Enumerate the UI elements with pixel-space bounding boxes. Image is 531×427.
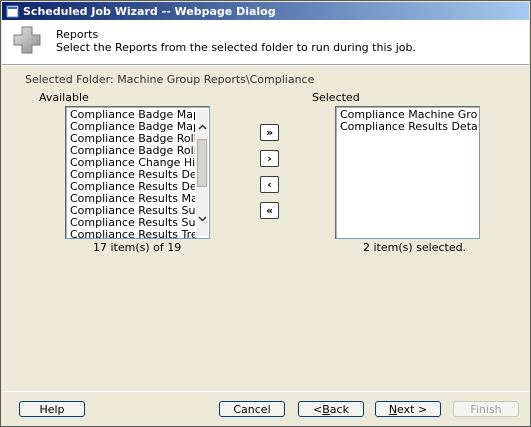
selected-label: Selected bbox=[312, 91, 360, 104]
window-title: Scheduled Job Wizard -- Webpage Dialog bbox=[23, 4, 276, 18]
wizard-dialog: Scheduled Job Wizard -- Webpage Dialog R… bbox=[0, 0, 531, 427]
header-divider bbox=[2, 65, 529, 66]
selected-folder: Selected Folder: Machine Group Reports\C… bbox=[25, 73, 314, 86]
list-item[interactable]: Compliance Results Detail by bbox=[338, 121, 477, 133]
remove-button[interactable]: ‹ bbox=[260, 176, 279, 193]
remove-all-button[interactable]: « bbox=[260, 202, 279, 219]
next-accel: N bbox=[388, 402, 398, 416]
next-button[interactable]: Next > bbox=[375, 401, 441, 417]
list-item[interactable]: Compliance Results Summary bbox=[68, 205, 195, 217]
wizard-header: Reports Select the Reports from the sele… bbox=[2, 20, 529, 65]
scroll-up-icon[interactable] bbox=[196, 121, 208, 133]
add-all-button[interactable]: » bbox=[260, 124, 279, 141]
list-item[interactable]: Compliance Machine Group Summary bbox=[338, 109, 477, 121]
page-title: Reports bbox=[56, 28, 99, 41]
back-accel: B bbox=[322, 402, 330, 416]
selected-folder-path: Machine Group Reports\Compliance bbox=[117, 73, 315, 86]
selected-listbox[interactable]: Compliance Machine Group Summary Complia… bbox=[335, 106, 480, 239]
footer-divider bbox=[2, 391, 529, 392]
available-label: Available bbox=[39, 91, 89, 104]
list-item[interactable]: Compliance Results Machine bbox=[68, 193, 195, 205]
finish-button[interactable]: Finish bbox=[453, 401, 519, 417]
list-item[interactable]: Compliance Results Summary bbox=[68, 217, 195, 229]
wizard-footer: Help Cancel < Back Next > Finish bbox=[2, 393, 529, 426]
title-bar: Scheduled Job Wizard -- Webpage Dialog bbox=[2, 2, 529, 20]
list-item[interactable]: Compliance Badge Mapping bbox=[68, 121, 195, 133]
add-button[interactable]: › bbox=[260, 150, 279, 167]
selected-folder-label: Selected Folder: bbox=[25, 73, 114, 86]
list-item[interactable]: Compliance Change History bbox=[68, 157, 195, 169]
list-item[interactable]: Compliance Badge Rollup bbox=[68, 145, 195, 157]
list-item[interactable]: Compliance Badge Mapping bbox=[68, 109, 195, 121]
scroll-thumb[interactable] bbox=[197, 139, 207, 187]
back-prefix: < bbox=[313, 402, 323, 416]
cancel-button[interactable]: Cancel bbox=[219, 401, 285, 417]
help-button[interactable]: Help bbox=[19, 401, 85, 417]
back-button[interactable]: < Back bbox=[298, 401, 364, 417]
available-count: 17 item(s) of 19 bbox=[93, 241, 182, 254]
page-description: Select the Reports from the selected fol… bbox=[56, 41, 416, 54]
scroll-down-icon[interactable] bbox=[196, 213, 208, 225]
list-item[interactable]: Compliance Results Detail bbox=[68, 181, 195, 193]
available-scrollbar[interactable] bbox=[196, 109, 208, 236]
plus-cross-icon bbox=[12, 25, 42, 55]
selected-count: 2 item(s) selected. bbox=[363, 241, 467, 254]
back-rest: ack bbox=[329, 402, 349, 416]
selected-items: Compliance Machine Group Summary Complia… bbox=[338, 109, 477, 133]
available-listbox[interactable]: Compliance Badge Mapping Compliance Badg… bbox=[65, 106, 210, 239]
list-item[interactable]: Compliance Results Trend bbox=[68, 229, 195, 238]
list-item[interactable]: Compliance Badge Rollup bbox=[68, 133, 195, 145]
available-items: Compliance Badge Mapping Compliance Badg… bbox=[68, 109, 195, 238]
list-item[interactable]: Compliance Results Detail bbox=[68, 169, 195, 181]
next-rest: ext > bbox=[397, 402, 428, 416]
ie-page-icon bbox=[5, 4, 19, 18]
